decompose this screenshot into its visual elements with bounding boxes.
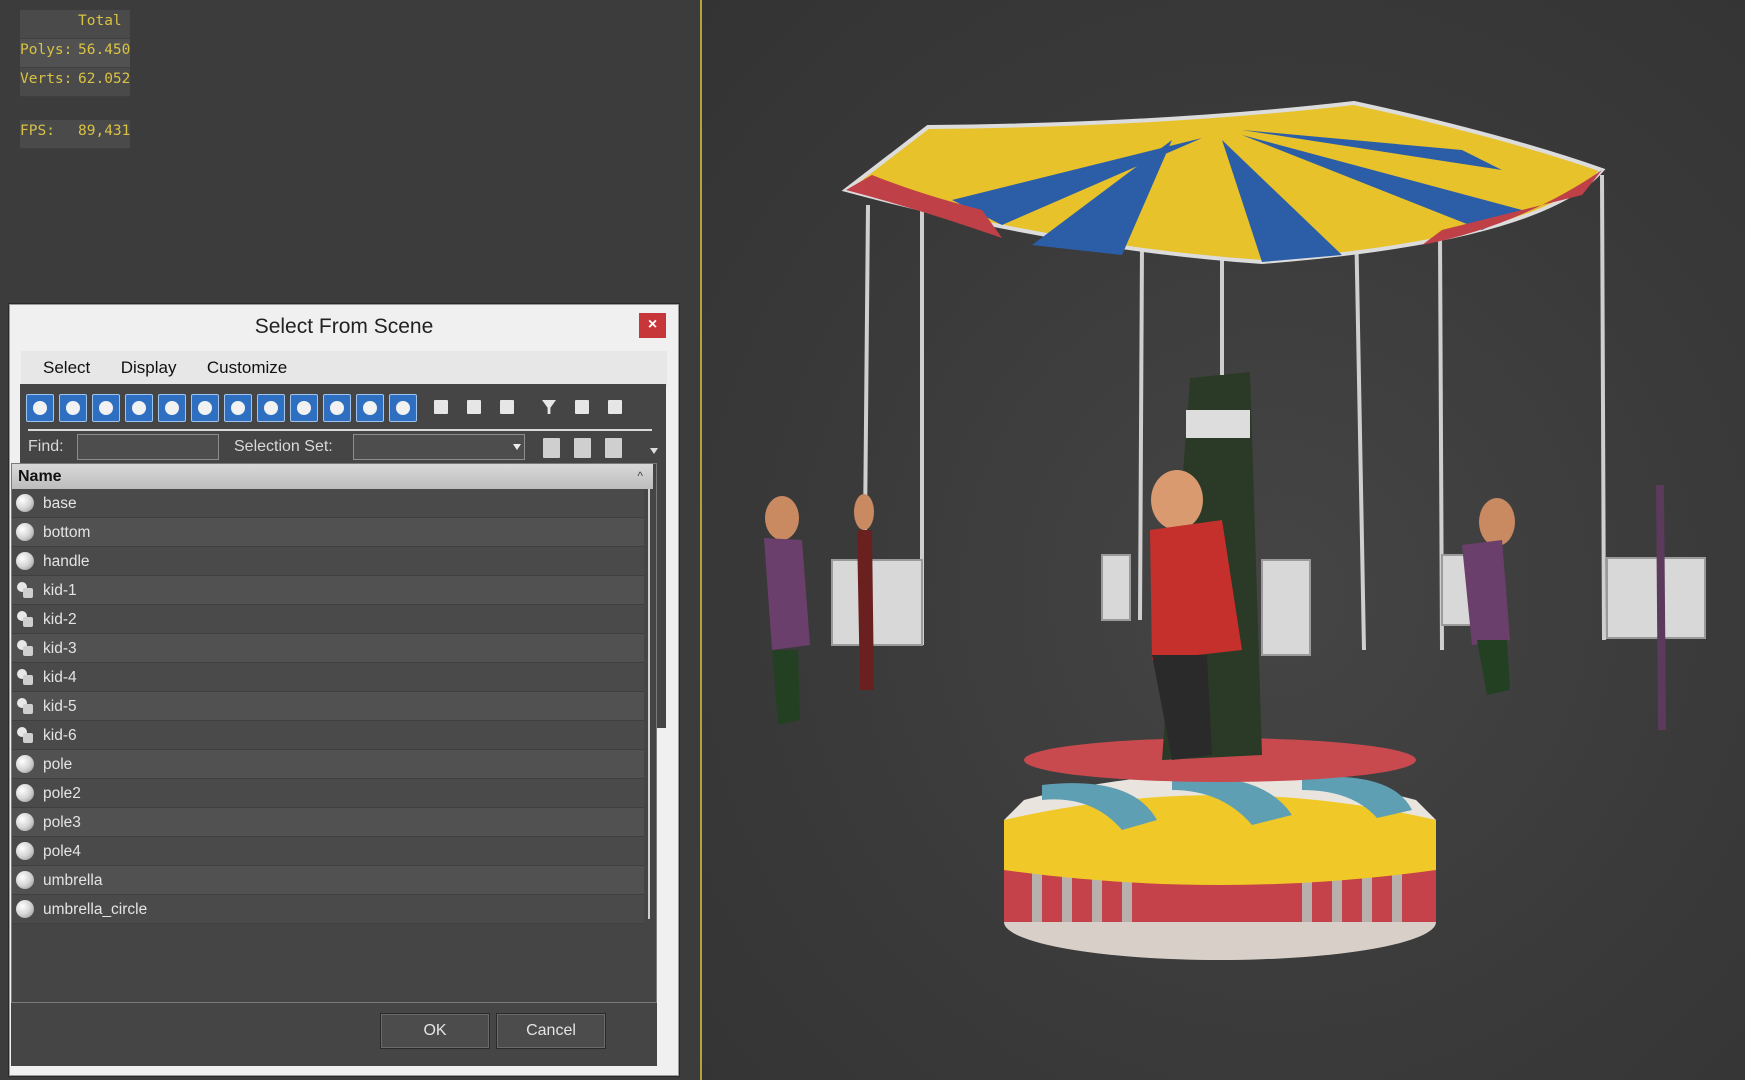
dialog-title: Select From Scene xyxy=(254,315,434,338)
find-input[interactable] xyxy=(77,434,219,460)
list-item[interactable]: umbrella xyxy=(12,866,644,895)
object-name: kid-2 xyxy=(43,611,77,628)
object-name: pole2 xyxy=(43,785,81,802)
menu-select[interactable]: Select xyxy=(43,351,90,385)
display-helpers-icon[interactable] xyxy=(158,394,186,422)
display-containers-icon[interactable] xyxy=(323,394,351,422)
list-item[interactable]: pole xyxy=(12,750,644,779)
object-name: umbrella_circle xyxy=(43,901,148,918)
group-icon xyxy=(16,668,34,686)
selection-set-label: Selection Set: xyxy=(234,438,333,455)
fps-label: FPS: xyxy=(20,123,55,139)
object-name: umbrella xyxy=(43,872,103,889)
display-shapes-icon[interactable] xyxy=(59,394,87,422)
object-list[interactable]: Name ^ base bottom handle kid-1 kid-2 kid-3 ki… xyxy=(11,463,657,1003)
group-icon xyxy=(16,697,34,715)
display-frozen-icon[interactable] xyxy=(356,394,384,422)
find-row: Find: Selection Set: xyxy=(24,430,668,464)
display-spacewarps-icon[interactable] xyxy=(191,394,219,422)
geometry-icon xyxy=(16,494,34,512)
create-selection-set-icon[interactable] xyxy=(543,438,560,458)
options-icon[interactable] xyxy=(602,394,630,422)
geometry-icon xyxy=(16,813,34,831)
geometry-icon xyxy=(16,871,34,889)
object-name: pole4 xyxy=(43,843,81,860)
geometry-icon xyxy=(16,784,34,802)
fps-value: 89,431 xyxy=(78,123,131,139)
column-header-label: Name xyxy=(18,468,62,485)
display-groups-icon[interactable] xyxy=(224,394,252,422)
viewport-statistics: Total Polys: 56.450 Verts: 62.052 FPS: 89,4… xyxy=(20,10,131,149)
toolbar-overflow-icon[interactable] xyxy=(650,448,658,454)
display-bones-icon[interactable] xyxy=(290,394,318,422)
list-item[interactable]: umbrella_circle xyxy=(12,895,644,924)
perspective-viewport[interactable] xyxy=(702,0,1745,1080)
object-name: handle xyxy=(43,553,90,570)
scrollbar[interactable] xyxy=(648,489,650,919)
find-label: Find: xyxy=(28,438,64,455)
filter-icon[interactable] xyxy=(536,394,564,422)
object-name: kid-4 xyxy=(43,669,77,686)
remove-selection-set-icon[interactable] xyxy=(605,438,622,458)
display-cameras-icon[interactable] xyxy=(125,394,153,422)
object-name: kid-6 xyxy=(43,727,77,744)
geometry-icon xyxy=(16,523,34,541)
group-icon xyxy=(16,726,34,744)
stats-total-label: Total xyxy=(78,13,122,29)
list-item[interactable]: kid-2 xyxy=(12,605,644,634)
display-lights-icon[interactable] xyxy=(92,394,120,422)
list-item[interactable]: pole3 xyxy=(12,808,644,837)
verts-label: Verts: xyxy=(20,71,73,87)
name-column-header[interactable]: Name ^ xyxy=(12,464,653,489)
list-item[interactable]: kid-1 xyxy=(12,576,644,605)
close-button[interactable]: × xyxy=(639,313,666,338)
chevron-down-icon[interactable] xyxy=(513,444,521,450)
edit-selection-set-icon[interactable] xyxy=(574,438,591,458)
geometry-icon xyxy=(16,755,34,773)
filter-options-icon[interactable] xyxy=(569,394,597,422)
filter-toolbar xyxy=(24,390,668,431)
group-icon xyxy=(16,581,34,599)
list-item[interactable]: kid-3 xyxy=(12,634,644,663)
list-item[interactable]: pole2 xyxy=(12,779,644,808)
dialog-footer: OK Cancel xyxy=(11,1003,657,1066)
list-item[interactable]: kid-5 xyxy=(12,692,644,721)
list-item[interactable]: handle xyxy=(12,547,644,576)
menu-display[interactable]: Display xyxy=(121,351,177,385)
select-all-icon[interactable] xyxy=(428,394,456,422)
object-name: kid-5 xyxy=(43,698,77,715)
verts-value: 62.052 xyxy=(78,71,131,87)
list-item[interactable]: bottom xyxy=(12,518,644,547)
menu-bar: Select Display Customize xyxy=(21,351,667,386)
group-icon xyxy=(16,639,34,657)
selection-set-dropdown[interactable] xyxy=(353,434,525,460)
object-rows: base bottom handle kid-1 kid-2 kid-3 kid-4 kid-… xyxy=(12,489,644,924)
sort-indicator-icon: ^ xyxy=(637,469,643,483)
ok-button[interactable]: OK xyxy=(380,1013,490,1049)
display-xrefs-icon[interactable] xyxy=(257,394,285,422)
geometry-icon xyxy=(16,842,34,860)
display-geometry-icon[interactable] xyxy=(26,394,54,422)
group-icon xyxy=(16,610,34,628)
menu-customize[interactable]: Customize xyxy=(207,351,287,385)
object-name: pole3 xyxy=(43,814,81,831)
list-item[interactable]: kid-6 xyxy=(12,721,644,750)
geometry-icon xyxy=(16,900,34,918)
display-hidden-icon[interactable] xyxy=(389,394,417,422)
object-name: bottom xyxy=(43,524,91,541)
cancel-button[interactable]: Cancel xyxy=(496,1013,606,1049)
carousel-3d-model xyxy=(764,100,1706,960)
list-item[interactable]: base xyxy=(12,489,644,518)
geometry-icon xyxy=(16,552,34,570)
list-item[interactable]: pole4 xyxy=(12,837,644,866)
polys-value: 56.450 xyxy=(78,42,131,58)
select-none-icon[interactable] xyxy=(461,394,489,422)
object-name: pole xyxy=(43,756,73,773)
object-name: kid-1 xyxy=(43,582,77,599)
select-invert-icon[interactable] xyxy=(494,394,522,422)
list-item[interactable]: kid-4 xyxy=(12,663,644,692)
object-name: base xyxy=(43,495,77,512)
object-name: kid-3 xyxy=(43,640,77,657)
polys-label: Polys: xyxy=(20,42,73,58)
